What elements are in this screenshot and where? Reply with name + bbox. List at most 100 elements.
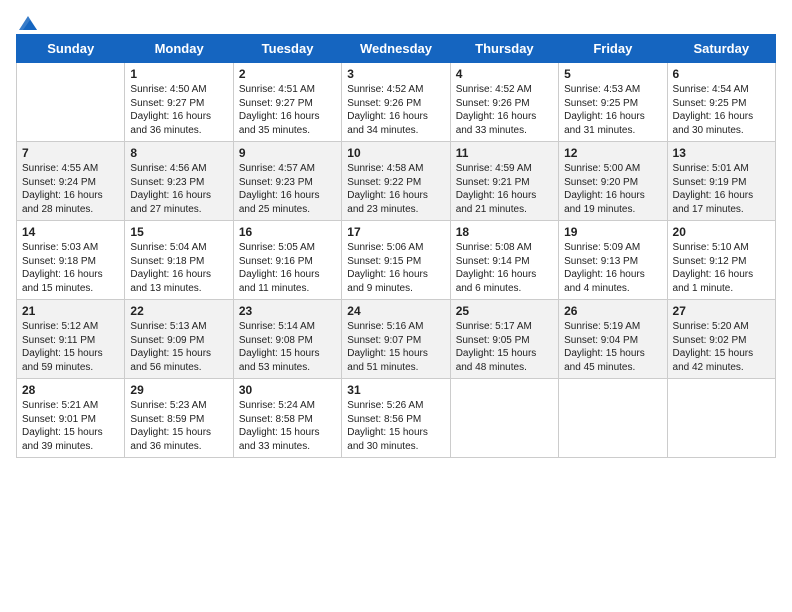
day-number: 11 <box>456 146 553 160</box>
day-number: 12 <box>564 146 661 160</box>
day-info: Sunrise: 4:50 AMSunset: 9:27 PMDaylight:… <box>130 83 227 137</box>
calendar-week-row: 14 Sunrise: 5:03 AMSunset: 9:18 PMDayligh… <box>17 221 776 300</box>
calendar-cell: 18Sunrise: 5:08 AMSunset: 9:14 PMDayligh… <box>450 221 558 300</box>
logo-icon <box>19 16 37 30</box>
day-info: Sunrise: 5:23 AMSunset: 8:59 PMDaylight:… <box>130 399 227 453</box>
day-info: Sunrise: 4:54 AMSunset: 9:25 PMDaylight:… <box>673 83 770 137</box>
page-header <box>16 16 776 26</box>
calendar-cell: 28 Sunrise: 5:21 AMSunset: 9:01 PMDayligh… <box>17 379 125 458</box>
day-info: Sunrise: 5:09 AMSunset: 9:13 PMDaylight:… <box>564 241 661 295</box>
calendar-cell: 20 Sunrise: 5:10 AMSunset: 9:12 PMDayligh… <box>667 221 775 300</box>
day-number: 14 <box>22 225 119 239</box>
calendar-cell: 26 Sunrise: 5:19 AMSunset: 9:04 PMDayligh… <box>559 300 667 379</box>
calendar-week-row: 7 Sunrise: 4:55 AMSunset: 9:24 PMDaylight… <box>17 142 776 221</box>
calendar-cell: 25Sunrise: 5:17 AMSunset: 9:05 PMDayligh… <box>450 300 558 379</box>
day-number: 7 <box>22 146 119 160</box>
day-number: 5 <box>564 67 661 81</box>
calendar-cell: 8 Sunrise: 4:56 AMSunset: 9:23 PMDaylight… <box>125 142 233 221</box>
calendar-cell: 23 Sunrise: 5:14 AMSunset: 9:08 PMDayligh… <box>233 300 341 379</box>
day-info: Sunrise: 5:13 AMSunset: 9:09 PMDaylight:… <box>130 320 227 374</box>
calendar-cell: 9Sunrise: 4:57 AMSunset: 9:23 PMDaylight… <box>233 142 341 221</box>
day-info: Sunrise: 5:03 AMSunset: 9:18 PMDaylight:… <box>22 241 119 295</box>
day-number: 19 <box>564 225 661 239</box>
day-info: Sunrise: 5:05 AMSunset: 9:16 PMDaylight:… <box>239 241 336 295</box>
calendar-cell <box>559 379 667 458</box>
day-number: 24 <box>347 304 444 318</box>
day-number: 1 <box>130 67 227 81</box>
day-info: Sunrise: 5:08 AMSunset: 9:14 PMDaylight:… <box>456 241 553 295</box>
calendar-cell: 21Sunrise: 5:12 AMSunset: 9:11 PMDayligh… <box>17 300 125 379</box>
day-number: 8 <box>130 146 227 160</box>
day-info: Sunrise: 5:26 AMSunset: 8:56 PMDaylight:… <box>347 399 444 453</box>
day-number: 4 <box>456 67 553 81</box>
day-number: 15 <box>130 225 227 239</box>
day-info: Sunrise: 5:14 AMSunset: 9:08 PMDaylight:… <box>239 320 336 374</box>
calendar-cell: 14 Sunrise: 5:03 AMSunset: 9:18 PMDayligh… <box>17 221 125 300</box>
day-number: 30 <box>239 383 336 397</box>
day-info: Sunrise: 5:16 AMSunset: 9:07 PMDaylight:… <box>347 320 444 374</box>
day-number: 26 <box>564 304 661 318</box>
calendar-week-row: 28 Sunrise: 5:21 AMSunset: 9:01 PMDayligh… <box>17 379 776 458</box>
calendar-cell <box>450 379 558 458</box>
day-number: 22 <box>130 304 227 318</box>
calendar-cell: 17Sunrise: 5:06 AMSunset: 9:15 PMDayligh… <box>342 221 450 300</box>
day-number: 23 <box>239 304 336 318</box>
day-info: Sunrise: 5:10 AMSunset: 9:12 PMDaylight:… <box>673 241 770 295</box>
calendar-table: SundayMondayTuesdayWednesdayThursdayFrid… <box>16 34 776 458</box>
calendar-cell: 11 Sunrise: 4:59 AMSunset: 9:21 PMDayligh… <box>450 142 558 221</box>
calendar-week-row: 1 Sunrise: 4:50 AMSunset: 9:27 PMDaylight… <box>17 63 776 142</box>
day-info: Sunrise: 5:21 AMSunset: 9:01 PMDaylight:… <box>22 399 119 453</box>
calendar-cell: 27Sunrise: 5:20 AMSunset: 9:02 PMDayligh… <box>667 300 775 379</box>
calendar-cell: 22 Sunrise: 5:13 AMSunset: 9:09 PMDayligh… <box>125 300 233 379</box>
column-header-thursday: Thursday <box>450 35 558 63</box>
calendar-cell: 6Sunrise: 4:54 AMSunset: 9:25 PMDaylight… <box>667 63 775 142</box>
column-header-tuesday: Tuesday <box>233 35 341 63</box>
day-number: 17 <box>347 225 444 239</box>
column-header-monday: Monday <box>125 35 233 63</box>
day-info: Sunrise: 5:00 AMSunset: 9:20 PMDaylight:… <box>564 162 661 216</box>
calendar-cell: 19 Sunrise: 5:09 AMSunset: 9:13 PMDayligh… <box>559 221 667 300</box>
day-info: Sunrise: 4:53 AMSunset: 9:25 PMDaylight:… <box>564 83 661 137</box>
day-number: 13 <box>673 146 770 160</box>
day-number: 25 <box>456 304 553 318</box>
day-number: 31 <box>347 383 444 397</box>
calendar-cell: 15 Sunrise: 5:04 AMSunset: 9:18 PMDayligh… <box>125 221 233 300</box>
calendar-cell <box>17 63 125 142</box>
day-number: 2 <box>239 67 336 81</box>
day-info: Sunrise: 4:52 AMSunset: 9:26 PMDaylight:… <box>456 83 553 137</box>
day-info: Sunrise: 4:52 AMSunset: 9:26 PMDaylight:… <box>347 83 444 137</box>
day-number: 16 <box>239 225 336 239</box>
column-header-sunday: Sunday <box>17 35 125 63</box>
calendar-cell: 5 Sunrise: 4:53 AMSunset: 9:25 PMDaylight… <box>559 63 667 142</box>
column-header-friday: Friday <box>559 35 667 63</box>
day-number: 27 <box>673 304 770 318</box>
day-info: Sunrise: 5:24 AMSunset: 8:58 PMDaylight:… <box>239 399 336 453</box>
day-info: Sunrise: 5:12 AMSunset: 9:11 PMDaylight:… <box>22 320 119 374</box>
calendar-cell: 1 Sunrise: 4:50 AMSunset: 9:27 PMDaylight… <box>125 63 233 142</box>
calendar-cell: 3 Sunrise: 4:52 AMSunset: 9:26 PMDaylight… <box>342 63 450 142</box>
calendar-week-row: 21Sunrise: 5:12 AMSunset: 9:11 PMDayligh… <box>17 300 776 379</box>
calendar-cell: 13 Sunrise: 5:01 AMSunset: 9:19 PMDayligh… <box>667 142 775 221</box>
calendar-header-row: SundayMondayTuesdayWednesdayThursdayFrid… <box>17 35 776 63</box>
day-info: Sunrise: 4:56 AMSunset: 9:23 PMDaylight:… <box>130 162 227 216</box>
day-info: Sunrise: 5:04 AMSunset: 9:18 PMDaylight:… <box>130 241 227 295</box>
calendar-cell: 24 Sunrise: 5:16 AMSunset: 9:07 PMDayligh… <box>342 300 450 379</box>
day-info: Sunrise: 4:55 AMSunset: 9:24 PMDaylight:… <box>22 162 119 216</box>
day-info: Sunrise: 4:58 AMSunset: 9:22 PMDaylight:… <box>347 162 444 216</box>
day-info: Sunrise: 4:51 AMSunset: 9:27 PMDaylight:… <box>239 83 336 137</box>
day-number: 28 <box>22 383 119 397</box>
day-number: 10 <box>347 146 444 160</box>
day-info: Sunrise: 5:19 AMSunset: 9:04 PMDaylight:… <box>564 320 661 374</box>
calendar-cell: 30 Sunrise: 5:24 AMSunset: 8:58 PMDayligh… <box>233 379 341 458</box>
calendar-cell: 16 Sunrise: 5:05 AMSunset: 9:16 PMDayligh… <box>233 221 341 300</box>
day-info: Sunrise: 5:01 AMSunset: 9:19 PMDaylight:… <box>673 162 770 216</box>
day-info: Sunrise: 4:59 AMSunset: 9:21 PMDaylight:… <box>456 162 553 216</box>
day-number: 20 <box>673 225 770 239</box>
calendar-cell: 4 Sunrise: 4:52 AMSunset: 9:26 PMDaylight… <box>450 63 558 142</box>
calendar-cell: 31 Sunrise: 5:26 AMSunset: 8:56 PMDayligh… <box>342 379 450 458</box>
calendar-cell <box>667 379 775 458</box>
column-header-saturday: Saturday <box>667 35 775 63</box>
day-number: 3 <box>347 67 444 81</box>
calendar-cell: 10 Sunrise: 4:58 AMSunset: 9:22 PMDayligh… <box>342 142 450 221</box>
calendar-cell: 7 Sunrise: 4:55 AMSunset: 9:24 PMDaylight… <box>17 142 125 221</box>
